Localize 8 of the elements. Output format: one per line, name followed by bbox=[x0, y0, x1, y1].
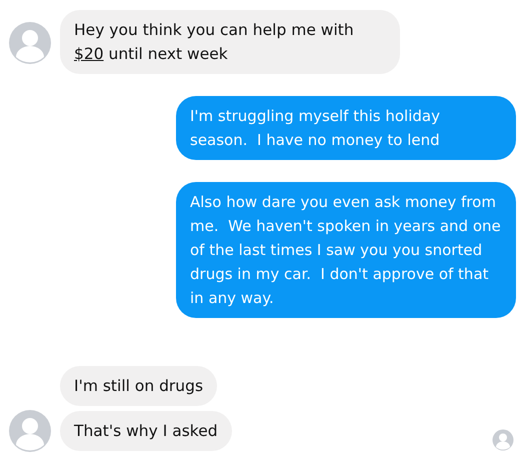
received-message: Hey you think you can help me with $20 until next week bbox=[60, 10, 400, 74]
amount-link[interactable]: $20 bbox=[74, 45, 104, 63]
received-message: I'm still on drugs bbox=[60, 366, 218, 406]
avatar-icon bbox=[8, 21, 52, 65]
sent-message: Also how dare you even ask money from me. We haven't spoken in years and one of the last times I saw you you snorted drugs in my car. I don't approve of that in any way. bbox=[176, 182, 516, 318]
sent-message: I'm struggling myself this holiday season. I have no money to lend bbox=[176, 96, 516, 160]
received-message: That's why I asked bbox=[60, 411, 232, 451]
avatar-icon bbox=[8, 409, 52, 453]
